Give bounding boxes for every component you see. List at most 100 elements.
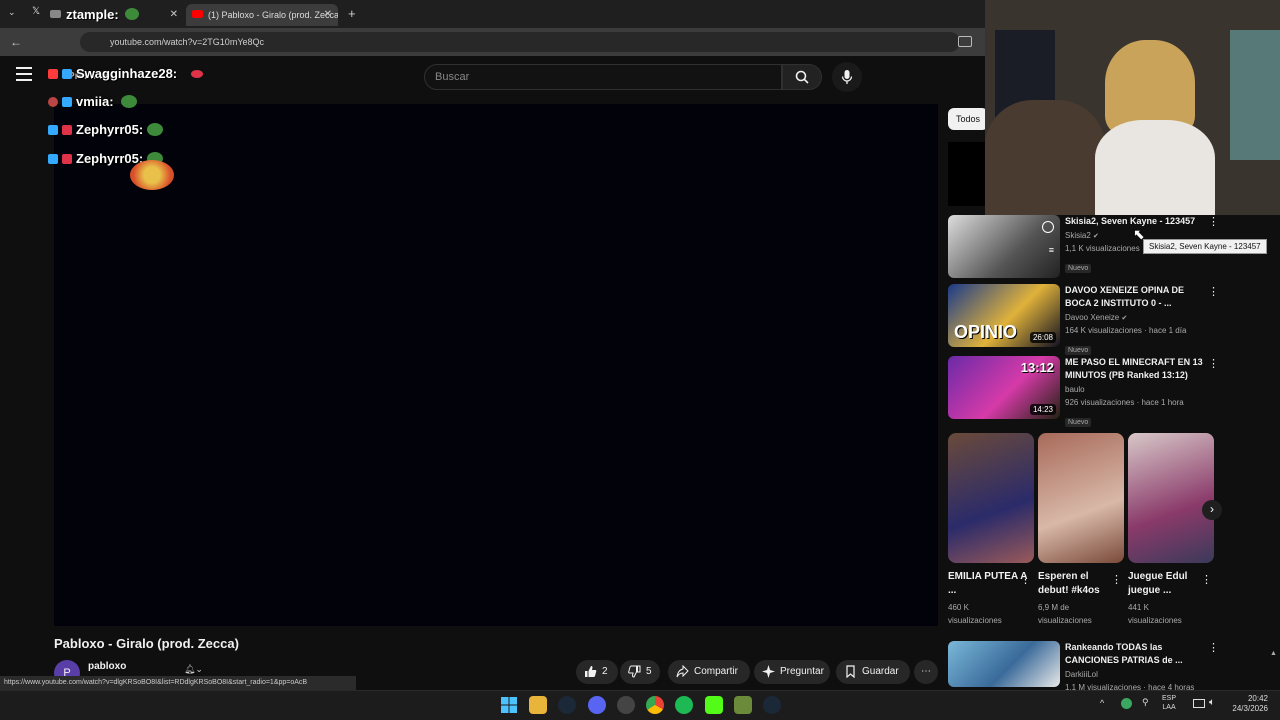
tab-youtube[interactable]: (1) Pabloxo - Giralo (prod. Zecca) ✕ [186, 4, 338, 26]
rec-title[interactable]: DAVOO XENEIZE OPINA DE BOCA 2 INSTITUTO … [1065, 284, 1205, 310]
search-button[interactable] [782, 64, 822, 90]
sparkle-icon [762, 665, 775, 678]
rec-menu-icon[interactable]: ⋮ [1208, 643, 1219, 654]
short-title[interactable]: Esperen el debut! #k4os [1038, 570, 1118, 598]
windows-taskbar [0, 690, 1280, 720]
new-badge: Nuevo [1065, 411, 1092, 429]
tray-overflow-icon[interactable]: ^ [1100, 698, 1104, 708]
video-thumbnail[interactable] [948, 641, 1060, 687]
rec-channel: Skisia2 ✔ [1065, 231, 1099, 240]
x-logo-icon[interactable]: 𝕏 [32, 6, 40, 17]
keyboard-language[interactable]: ESP LAA [1162, 694, 1176, 712]
windows-start-icon[interactable] [500, 696, 518, 714]
thumbs-up-icon [585, 666, 597, 677]
link-status-bar: https://www.youtube.com/watch?v=dlgKRSoB… [0, 676, 356, 690]
person-shirt [1095, 120, 1215, 215]
short-thumbnail[interactable] [948, 433, 1034, 563]
hamburger-menu-icon[interactable] [16, 67, 32, 81]
spotify-icon[interactable] [675, 696, 693, 714]
chrome-icon[interactable] [646, 696, 664, 714]
rec-meta: 926 visualizaciones · hace 1 hora [1065, 398, 1184, 407]
save-button[interactable]: Guardar [836, 660, 910, 684]
rec-channel: DarkiiiLol [1065, 670, 1098, 679]
rec-menu-icon[interactable]: ⋮ [1208, 217, 1219, 228]
sub-badge-icon [62, 154, 72, 164]
video-thumbnail[interactable]: 13:12 14:23 [948, 356, 1060, 419]
thumbs-down-icon [628, 665, 641, 678]
short-menu-icon[interactable]: ⋮ [1020, 575, 1031, 586]
short-menu-icon[interactable]: ⋮ [1201, 575, 1212, 586]
rec-title[interactable]: ME PASO EL MINECRAFT EN 13 MINUTOS (PB R… [1065, 356, 1205, 382]
discord-icon[interactable] [588, 696, 606, 714]
share-button[interactable]: Compartir [668, 660, 750, 684]
tab-twitch[interactable]: ztample: ✕ [44, 4, 184, 26]
like-button[interactable]: 2 K [576, 660, 618, 701]
add-to-queue-icon[interactable]: ≡ [1049, 245, 1054, 255]
short-views: 460 Kvisualizaciones [948, 603, 1002, 625]
tab-close-icon[interactable]: ✕ [324, 4, 332, 26]
search-icon [795, 70, 809, 84]
rec-meta: 164 K visualizaciones · hace 1 día [1065, 326, 1187, 335]
short-thumbnail[interactable] [1038, 433, 1124, 563]
network-icon[interactable] [1193, 699, 1205, 708]
tab-close-icon[interactable]: ✕ [170, 4, 178, 26]
browser-tab-bar: ⌄ 𝕏 ztample: ✕ (1) Pabloxo - Giralo (pro… [0, 0, 985, 28]
gem-badge-icon [62, 97, 72, 107]
voice-search-button[interactable] [832, 62, 862, 92]
gem-badge-icon [62, 69, 72, 79]
kick-icon[interactable] [705, 696, 723, 714]
dislike-button[interactable]: 5 [620, 660, 660, 684]
system-clock[interactable]: 20:42 24/3/2026 [1228, 694, 1268, 714]
short-views: 441 Kvisualizaciones [1128, 603, 1182, 625]
tray-app-icon[interactable] [1121, 698, 1132, 709]
video-thumbnail[interactable]: ≡ [948, 215, 1060, 278]
address-bar[interactable]: youtube.com/watch?v=2TG10mYe8Qc [80, 32, 960, 52]
ask-button[interactable]: Preguntar [754, 660, 830, 684]
minecraft-icon[interactable] [734, 696, 752, 714]
new-badge: Nuevo [1065, 257, 1092, 275]
rec-menu-icon[interactable]: ⋮ [1208, 359, 1219, 370]
chat-message: Swagginhaze28: [48, 66, 203, 81]
pepe-emote-icon [125, 8, 140, 20]
video-title: Pabloxo - Giralo (prod. Zecca) [54, 636, 239, 651]
gem-badge-icon [48, 154, 58, 164]
back-icon[interactable]: ← [10, 35, 22, 49]
new-tab-button[interactable]: + [348, 6, 356, 21]
mouse-cursor-icon: ⬉ [1133, 226, 1145, 242]
webcam-overlay [985, 0, 1280, 215]
obs-icon[interactable] [617, 696, 635, 714]
file-explorer-icon[interactable] [529, 696, 547, 714]
monitor-glow [1230, 30, 1280, 160]
tab-list-icon[interactable]: ⌄ [8, 7, 16, 18]
steam-icon[interactable] [558, 696, 576, 714]
more-actions-button[interactable]: ⋯ [914, 660, 938, 684]
short-thumbnail[interactable] [1128, 433, 1214, 563]
more-icon: ⋯ [921, 666, 931, 677]
install-app-icon[interactable] [958, 36, 972, 47]
tooltip: Skisia2, Seven Kayne - 123457 [1143, 239, 1267, 254]
video-thumbnail[interactable]: OPINIO 26:08 [948, 284, 1060, 347]
youtube-badge-icon [48, 69, 58, 79]
rec-title[interactable]: Rankeando TODAS las CANCIONES PATRIAS de… [1065, 641, 1205, 667]
rec-channel: Davoo Xeneize ✔ [1065, 313, 1128, 322]
video-player[interactable] [54, 104, 938, 626]
ball-emote-icon [130, 160, 174, 190]
rec-menu-icon[interactable]: ⋮ [1208, 287, 1219, 298]
chip-all[interactable]: Todos [948, 108, 988, 130]
ad-slot [948, 142, 985, 206]
verified-icon: ✔ [1121, 315, 1128, 322]
bookmark-icon [846, 665, 855, 678]
short-title[interactable]: Juegue Edul juegue ... [1128, 570, 1208, 598]
search-input[interactable]: Buscar [424, 64, 782, 90]
watch-later-icon[interactable] [1042, 221, 1054, 233]
short-title[interactable]: EMILIA PUTEA A ... [948, 570, 1028, 598]
sub-badge-icon [62, 125, 72, 135]
short-menu-icon[interactable]: ⋮ [1111, 575, 1122, 586]
tray-location-icon[interactable]: ⚲ [1142, 697, 1149, 708]
steam-client-icon[interactable] [763, 696, 781, 714]
volume-icon[interactable]: 🔈︎ [1209, 697, 1215, 708]
channel-name[interactable]: pabloxo [88, 661, 126, 672]
shorts-next-button[interactable]: › [1202, 500, 1222, 520]
youtube-favicon-icon [192, 10, 203, 18]
scrollbar-arrow-icon[interactable]: ▲ [1270, 650, 1278, 658]
